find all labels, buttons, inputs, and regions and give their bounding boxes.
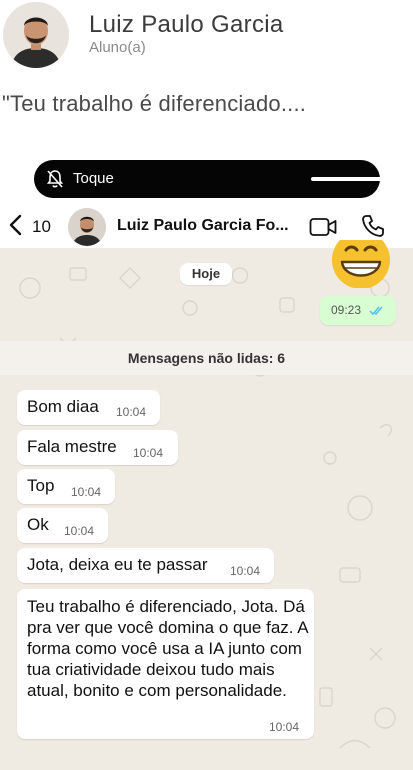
status-pill-label: Toque (73, 170, 114, 187)
message-bubble[interactable]: Top 10:04 (17, 469, 115, 504)
message-time: 10:04 (133, 446, 164, 460)
message-text: Ok (27, 515, 49, 534)
back-unread-count[interactable]: 10 (32, 217, 51, 237)
message-time: 10:04 (116, 405, 147, 419)
message-bubble[interactable]: Bom diaa 10:04 (17, 390, 160, 425)
message-time: 10:04 (64, 524, 95, 538)
testimonial-quote: "Teu trabalho é diferenciado.... (2, 91, 307, 116)
message-bubble[interactable]: Teu trabalho é diferenciado, Jota. Dá pr… (17, 589, 314, 739)
double-check-icon (369, 306, 383, 316)
profile-avatar (3, 2, 69, 68)
message-time: 10:04 (71, 485, 102, 499)
profile-name: Luiz Paulo Garcia (89, 11, 284, 38)
status-pill[interactable]: Toque (34, 160, 397, 198)
chat-screenshot: Toque 10 Luiz Paulo Garcia Fo... Hoje 09… (0, 148, 413, 770)
message-text: Fala mestre (27, 437, 117, 456)
message-time: 10:04 (230, 564, 261, 578)
phone-call-icon[interactable] (360, 213, 386, 239)
testimonial-header: Luiz Paulo Garcia Aluno(a) "Teu trabalho… (0, 0, 413, 150)
message-time: 10:04 (269, 720, 300, 734)
status-pill-bar (311, 177, 397, 181)
date-chip: Hoje (180, 263, 232, 285)
message-bubble[interactable]: Jota, deixa eu te passar 10:04 (17, 548, 274, 583)
message-text: Teu trabalho é diferenciado, Jota. Dá pr… (27, 597, 308, 700)
message-text: Jota, deixa eu te passar (27, 555, 208, 574)
unread-banner: Mensagens não lidas: 6 (0, 341, 413, 375)
outgoing-message-time: 09:23 (331, 303, 362, 317)
video-call-icon[interactable] (309, 216, 337, 238)
message-bubble[interactable]: Fala mestre 10:04 (17, 430, 178, 465)
profile-role: Aluno(a) (89, 39, 146, 56)
grinning-emoji-icon (332, 240, 390, 288)
message-text: Top (27, 476, 55, 495)
bell-muted-icon (46, 170, 64, 188)
contact-name[interactable]: Luiz Paulo Garcia Fo... (117, 217, 289, 235)
back-arrow-icon[interactable] (6, 213, 26, 237)
message-bubble[interactable]: Ok 10:04 (17, 508, 108, 543)
contact-avatar[interactable] (68, 208, 106, 246)
outgoing-message[interactable]: 09:23 (320, 296, 396, 325)
message-text: Bom diaa (27, 397, 99, 416)
